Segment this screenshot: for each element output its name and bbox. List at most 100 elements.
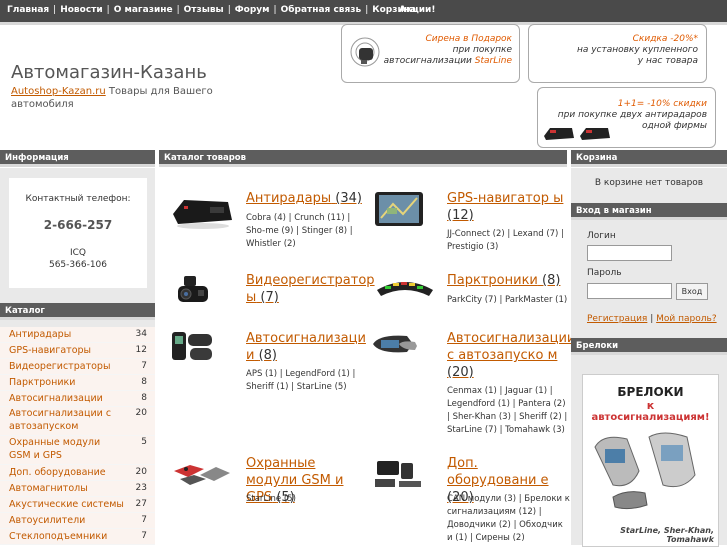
catalog-item-label: Стеклоподъемники: [9, 531, 108, 542]
product-count: (8): [258, 348, 278, 363]
breloki-brands: StarLine, Sher-Khan, Tomahawk: [620, 526, 714, 544]
site-tagline: Autoshop-Kazan.ru Товары для Вашего авто…: [11, 85, 221, 111]
nav-about[interactable]: О магазине: [114, 5, 173, 15]
login-label: Логин: [587, 231, 616, 241]
product-brands[interactable]: ParkCity (7) | ParkMaster (1): [447, 294, 571, 307]
product-brands[interactable]: Cobra (4) | Crunch (11) | Sho-me (9) | S…: [246, 212, 370, 251]
siren-icon: [350, 37, 380, 67]
product-count: (34): [335, 191, 362, 206]
product-brands[interactable]: Cenmax (1) | Jaguar (1) | Legendford (1)…: [447, 385, 571, 437]
product-title-text[interactable]: Автосигнализации с автозапуско м: [447, 331, 575, 363]
product-brands[interactable]: StarLine (5): [246, 493, 370, 506]
catalog-item-dashcams[interactable]: Видеорегистраторы 7: [0, 359, 155, 375]
parktronic-image[interactable]: [371, 272, 437, 322]
product-count: (12): [447, 208, 474, 223]
catalog-item-label: Охранные модули GSM и GPS: [9, 437, 101, 461]
section-login-header: Вход в магазин: [571, 203, 727, 220]
catalog-item-alarms-autostart[interactable]: Автосигнализации с автозапуском 20: [0, 407, 155, 436]
catalog-item-extra-equipment[interactable]: Доп. оборудование 20: [0, 465, 155, 481]
nav-reviews[interactable]: Отзывы: [184, 5, 224, 15]
login-input[interactable]: [587, 245, 672, 261]
product-title-text[interactable]: Антирадары: [246, 191, 331, 206]
login-button[interactable]: Вход: [676, 283, 708, 300]
promo-two-radars[interactable]: 1+1= -10% скидки при покупке двух антира…: [537, 87, 716, 148]
catalog-list: Антирадары 34 GPS-навигаторы 12 Видеорегис…: [0, 327, 155, 545]
promo-discount-text: Скидка -20%* на установку купленного у н…: [577, 34, 698, 67]
product-title-text[interactable]: Парктроники: [447, 273, 538, 288]
product-title[interactable]: Антирадары (34): [246, 190, 370, 207]
promo-siren-line1: при покупке: [452, 45, 512, 55]
catalog-item-parktronics[interactable]: Парктроники 8: [0, 375, 155, 391]
product-title-text[interactable]: GPS-навигатор ы: [447, 191, 563, 206]
promo-discount-highlight: Скидка -20%: [632, 34, 694, 44]
promo-discount-line2: у нас товара: [637, 56, 698, 66]
product-title[interactable]: GPS-навигатор ы (12): [447, 190, 571, 224]
breloki-title-k: к: [646, 399, 655, 412]
product-brands[interactable]: APS (1) | LegendFord (1) | Sheriff (1) |…: [246, 368, 370, 394]
nav-news[interactable]: Новости: [60, 5, 102, 15]
catalog-item-count: 23: [135, 483, 147, 493]
gsm-module-image[interactable]: [170, 455, 236, 505]
site-link[interactable]: Autoshop-Kazan.ru: [11, 86, 106, 97]
section-cart-header: Корзина: [571, 150, 727, 167]
nav-home[interactable]: Главная: [7, 5, 49, 15]
product-title[interactable]: Парктроники (8): [447, 272, 571, 289]
nav-forum[interactable]: Форум: [235, 5, 270, 15]
promo-siren-highlight: Сирена в Подарок: [425, 34, 512, 44]
forgot-password-link[interactable]: Мой пароль?: [656, 314, 716, 324]
catalog-item-label: Доп. оборудование: [9, 467, 106, 478]
dashcam-image[interactable]: [170, 272, 236, 322]
catalog-item-gsm-modules[interactable]: Охранные модули GSM и GPS 5: [0, 436, 155, 465]
password-input[interactable]: [587, 283, 672, 299]
promo-discount-line1: на установку купленного: [576, 45, 698, 55]
catalog-item-count: 34: [135, 329, 147, 339]
promo-radars-line2: одной фирмы: [642, 121, 707, 131]
icq-label: ICQ: [69, 248, 87, 258]
catalog-item-label: Антирадары: [9, 329, 72, 340]
promo-siren-text: Сирена в Подарок при покупке автосигнали…: [384, 34, 512, 67]
extra-equipment-image[interactable]: [371, 455, 437, 505]
nav-promotions[interactable]: Акции!: [399, 5, 435, 15]
password-label: Пароль: [587, 268, 622, 278]
phone-number: 2-666-257: [43, 218, 113, 232]
nav-feedback[interactable]: Обратная связь: [281, 5, 362, 15]
promo-discount-install[interactable]: Скидка -20%* на установку купленного у н…: [528, 24, 707, 83]
promo-siren[interactable]: Сирена в Подарок при покупке автосигнали…: [341, 24, 520, 83]
catalog-item-count: 5: [141, 437, 147, 447]
catalog-item-acoustics[interactable]: Акустические системы 27: [0, 497, 155, 513]
register-link[interactable]: Регистрация: [587, 314, 647, 324]
catalog-item-count: 20: [135, 467, 147, 477]
product-title[interactable]: Автосигнализации с автозапуско м (20): [447, 330, 575, 381]
product-brands[interactable]: CAN модули (3) | Брелоки к сигнализациям…: [447, 493, 571, 545]
catalog-item-count: 8: [141, 377, 147, 387]
promo-siren-brand: StarLine: [474, 56, 512, 66]
promo-radars-line1: при покупке двух антирадаров: [557, 110, 707, 120]
product-title[interactable]: Видеорегистратор ы (7): [246, 272, 375, 306]
login-links: Регистрация | Мой пароль?: [587, 314, 717, 324]
breloki-banner[interactable]: БРЕЛОКИ к автосигнализациям! StarLine, S…: [582, 374, 719, 547]
contact-info-box: Контактный телефон: 2-666-257 ICQ 565-36…: [9, 178, 147, 288]
catalog-item-window-lifters[interactable]: Стеклоподъемники 7: [0, 529, 155, 545]
catalog-item-car-radios[interactable]: Автомагнитолы 23: [0, 481, 155, 497]
catalog-item-amplifiers[interactable]: Автоусилители 7: [0, 513, 155, 529]
catalog-item-label: Автомагнитолы: [9, 483, 88, 494]
breloki-subtitle: автосигнализациям!: [591, 412, 710, 423]
catalog-item-antiradars[interactable]: Антирадары 34: [0, 327, 155, 343]
gps-navigator-image[interactable]: [371, 190, 437, 240]
car-alarm-image[interactable]: [170, 330, 236, 380]
catalog-item-gps[interactable]: GPS-навигаторы 12: [0, 343, 155, 359]
autostart-alarm-image[interactable]: [371, 330, 437, 380]
section-breloki-header: Брелоки: [571, 338, 727, 355]
product-brands[interactable]: JJ-Connect (2) | Lexand (7) | Prestigio …: [447, 228, 571, 254]
promo-discount-star: *: [693, 34, 699, 44]
product-title[interactable]: Автосигнализаци и (8): [246, 330, 370, 364]
promo-siren-line2: автосигнализации: [383, 56, 472, 66]
product-title-text[interactable]: Доп. оборудовани е: [447, 456, 549, 488]
catalog-item-alarms[interactable]: Автосигнализации 8: [0, 391, 155, 407]
catalog-item-label: Видеорегистраторы: [9, 361, 111, 372]
site-logo-title[interactable]: Автомагазин-Казань: [11, 62, 207, 83]
catalog-item-label: Акустические системы: [9, 499, 124, 510]
antiradar-image[interactable]: [170, 190, 236, 240]
catalog-item-count: 27: [135, 499, 147, 509]
promo-radars-text: 1+1= -10% скидки при покупке двух антира…: [558, 99, 707, 132]
